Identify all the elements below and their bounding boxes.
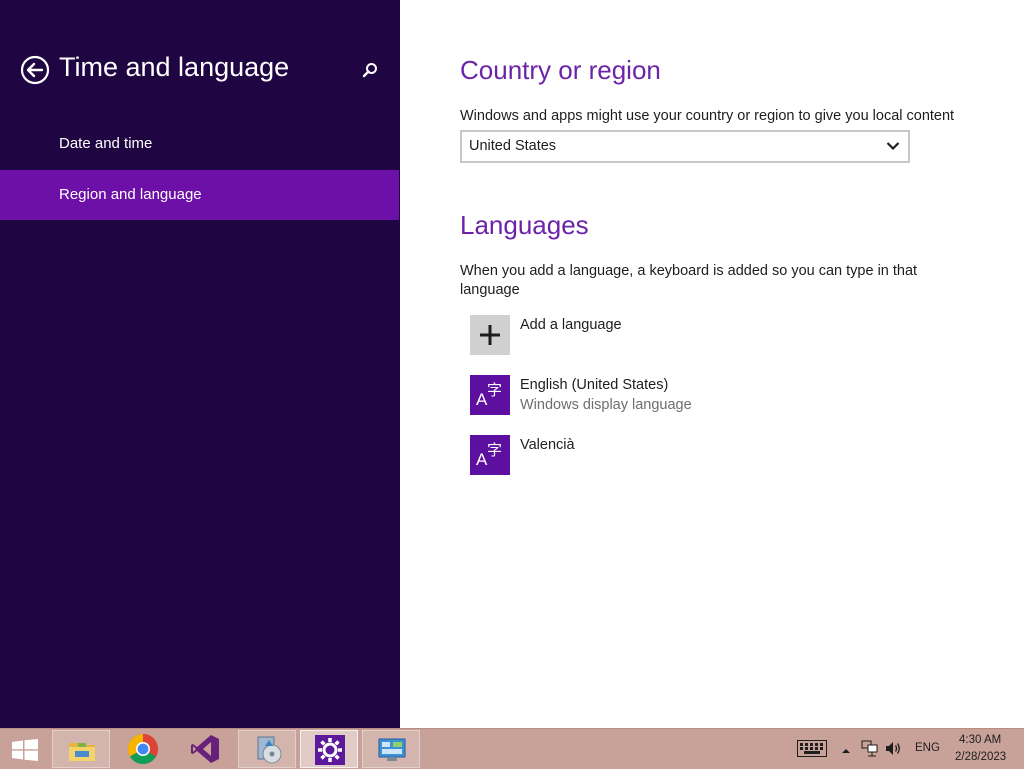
page-title: Time and language	[59, 52, 290, 82]
speaker-icon	[886, 742, 900, 755]
nav-item-label: Date and time	[59, 135, 153, 152]
settings-icon	[315, 735, 345, 765]
taskbar-control-panel[interactable]	[362, 730, 420, 768]
languages-description-line2: language	[460, 282, 520, 298]
languages-heading: Languages	[460, 210, 589, 240]
language-glyph-cjk: 字	[487, 442, 503, 459]
search-icon[interactable]	[361, 61, 379, 79]
language-icon: A 字	[470, 375, 510, 415]
show-hidden-icons-button[interactable]	[841, 743, 851, 761]
language-name: Valencià	[520, 437, 575, 453]
language-glyph-latin: A	[476, 390, 488, 409]
language-item-english[interactable]: A 字 English (United States) Windows disp…	[462, 372, 762, 420]
keyboard-icon	[797, 740, 827, 757]
control-panel-icon	[378, 738, 406, 761]
language-subtitle: Windows display language	[520, 397, 692, 413]
add-language-label: Add a language	[520, 317, 622, 333]
nav-item-date-and-time[interactable]: Date and time	[0, 119, 399, 169]
file-explorer-icon	[69, 743, 95, 761]
country-dropdown[interactable]: United States	[460, 130, 910, 163]
start-button[interactable]	[0, 730, 50, 768]
media-installer-icon	[257, 736, 282, 764]
back-arrow-icon[interactable]	[20, 55, 50, 85]
start-icon	[12, 739, 38, 761]
country-description: Windows and apps might use your country …	[460, 108, 955, 124]
nav-item-region-and-language[interactable]: Region and language	[0, 170, 399, 220]
language-icon: A 字	[470, 435, 510, 475]
input-language-indicator[interactable]: ENG	[915, 742, 940, 754]
touch-keyboard-button[interactable]	[797, 740, 827, 762]
visual-studio-icon	[191, 735, 219, 763]
chevron-down-icon	[886, 142, 900, 151]
network-icon	[861, 740, 878, 757]
clock-date: 2/28/2023	[955, 751, 1007, 763]
plus-icon	[470, 315, 510, 355]
taskbar-settings[interactable]	[300, 730, 358, 768]
language-glyph-latin: A	[476, 450, 488, 469]
taskbar-visual-studio[interactable]	[176, 730, 234, 768]
taskbar-file-explorer[interactable]	[52, 730, 110, 768]
settings-sidebar: Time and language Date and time Region a…	[0, 0, 400, 728]
taskbar: ENG 4:30 AM 2/28/2023	[0, 728, 1024, 769]
language-item-valencia[interactable]: A 字 Valencià	[462, 432, 762, 480]
add-language-button[interactable]: Add a language	[462, 312, 762, 360]
chevron-up-icon	[842, 749, 850, 753]
clock[interactable]: 4:30 AM 2/28/2023	[950, 733, 1016, 767]
country-selected-value: United States	[469, 138, 557, 154]
volume-button[interactable]	[884, 740, 902, 762]
nav-item-label: Region and language	[59, 186, 202, 203]
taskbar-chrome[interactable]	[114, 730, 172, 768]
language-glyph-cjk: 字	[487, 382, 503, 399]
languages-description-line1: When you add a language, a keyboard is a…	[460, 263, 918, 279]
network-button[interactable]	[861, 740, 879, 762]
taskbar-media-installer[interactable]	[238, 730, 296, 768]
language-name: English (United States)	[520, 377, 669, 393]
country-heading: Country or region	[460, 55, 661, 85]
chrome-icon	[127, 734, 159, 765]
clock-time: 4:30 AM	[959, 734, 1002, 746]
